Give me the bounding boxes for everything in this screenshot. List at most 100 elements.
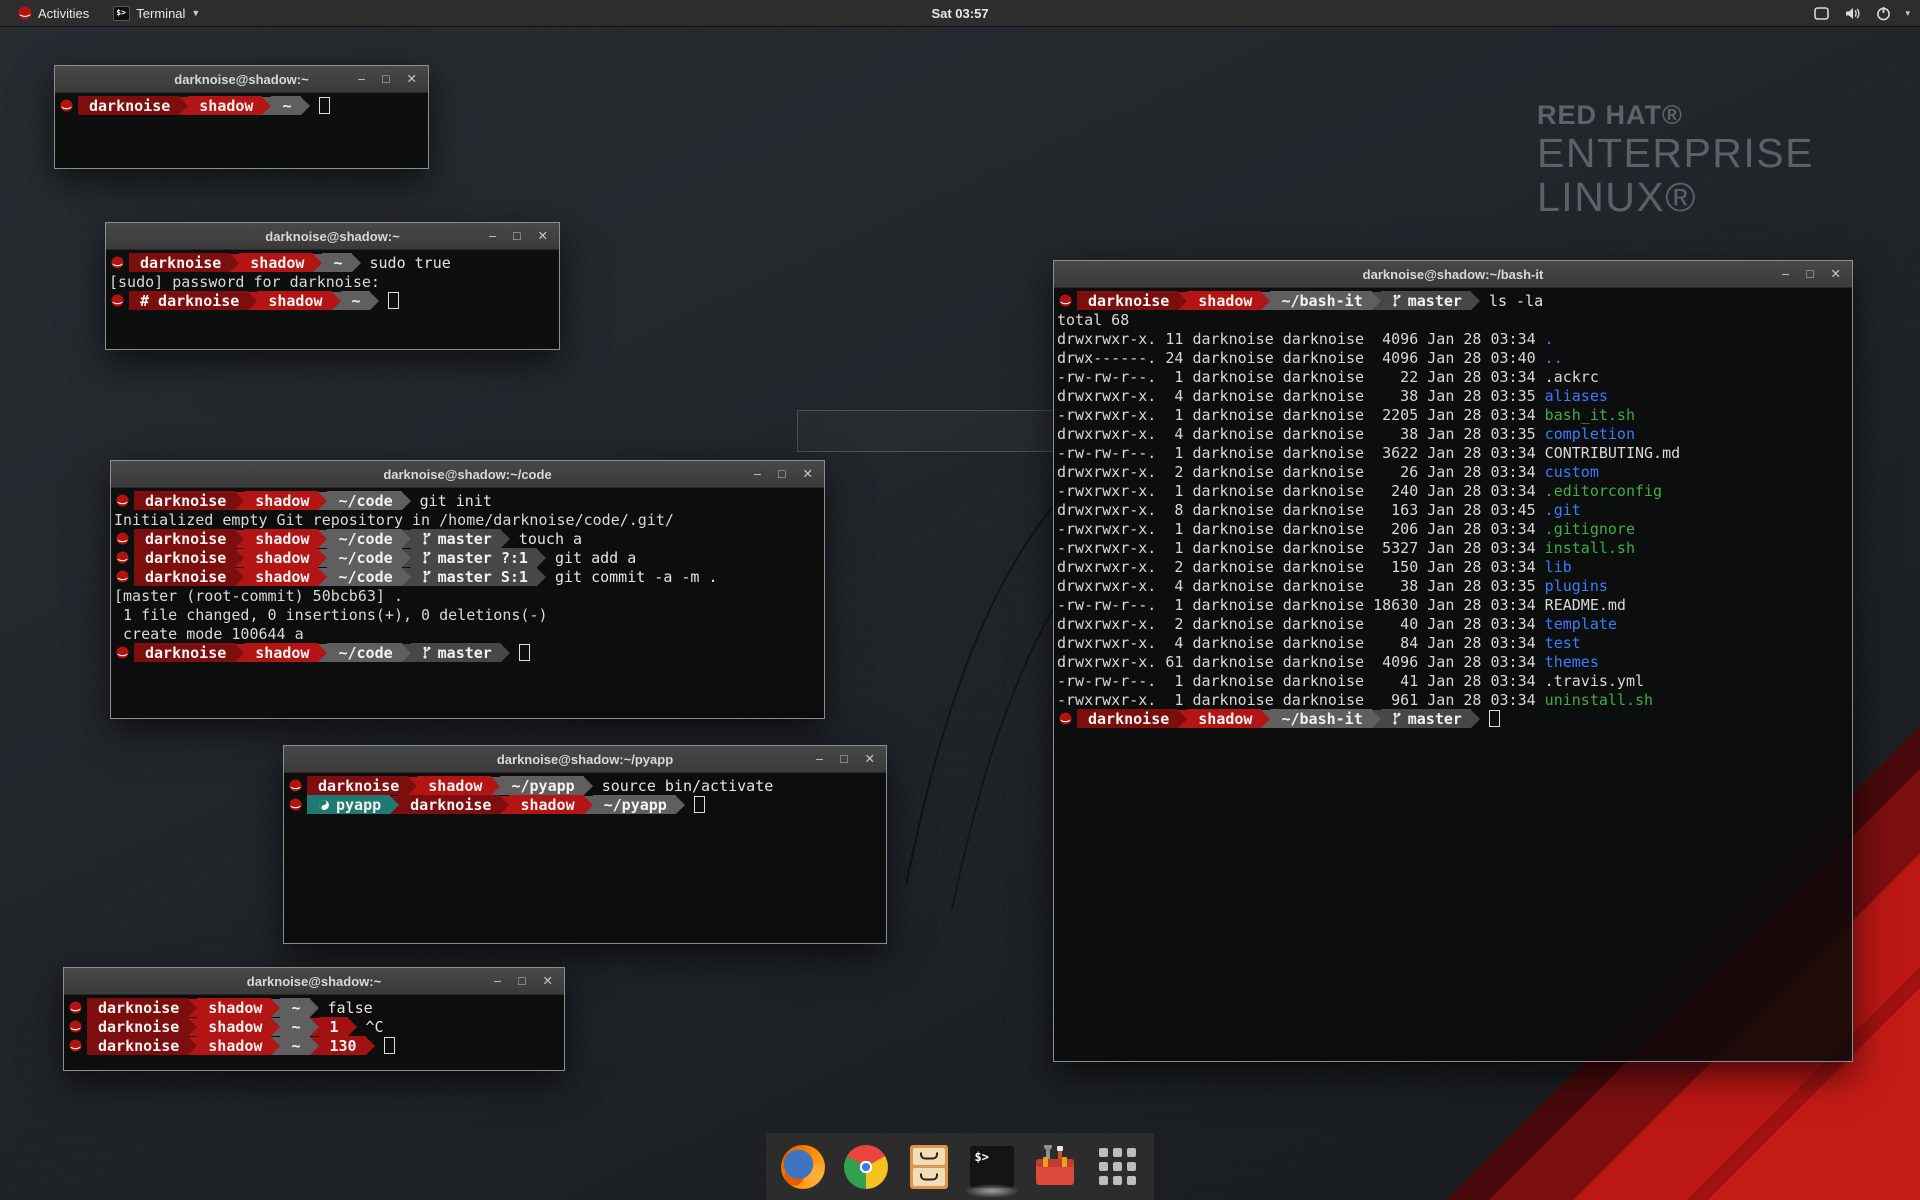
terminal-body[interactable]: darknoiseshadow~/codegit initInitialized… <box>111 488 824 721</box>
terminal-cursor <box>1489 710 1500 727</box>
dock-item-chrome[interactable] <box>843 1144 889 1190</box>
minimize-button[interactable]: – <box>1782 268 1789 281</box>
terminal-line: -rw-rw-r--. 1 darknoise darknoise 22 Jan… <box>1057 367 1852 386</box>
maximize-button[interactable]: □ <box>778 468 786 481</box>
powerline-separator <box>390 796 399 814</box>
ls-row-meta: -rw-rw-r--. 1 darknoise darknoise 41 Jan… <box>1057 672 1545 690</box>
activities-button[interactable]: Activities <box>8 0 99 26</box>
prompt-segment-host: shadow <box>197 998 271 1017</box>
minimize-button[interactable]: – <box>489 230 496 243</box>
close-button[interactable]: ✕ <box>1831 268 1841 281</box>
ls-row-filename: CONTRIBUTING.md <box>1545 444 1680 462</box>
redhat-prompt-icon <box>1059 712 1072 725</box>
dock-item-terminal[interactable]: $> <box>969 1144 1015 1190</box>
terminal-body[interactable]: darknoiseshadow~falsedarknoiseshadow~1^C… <box>64 995 564 1073</box>
ls-row-filename: aliases <box>1545 387 1608 405</box>
maximize-button[interactable]: □ <box>840 753 848 766</box>
prompt-segment-path: ~/pyapp <box>593 795 676 814</box>
minimize-button[interactable]: – <box>816 753 823 766</box>
prompt-segment-user: darknoise <box>1077 291 1178 310</box>
terminal-app-icon: $> <box>113 6 130 21</box>
window-titlebar[interactable]: darknoise@shadow:~/code – □ ✕ <box>111 461 824 488</box>
maximize-button[interactable]: □ <box>1806 268 1814 281</box>
minimize-button[interactable]: – <box>358 73 365 86</box>
window-titlebar[interactable]: darknoise@shadow:~ – □ ✕ <box>106 223 559 250</box>
minimize-button[interactable]: – <box>754 468 761 481</box>
window-title: darknoise@shadow:~/code <box>383 467 551 482</box>
terminal-line: drwx------. 24 darknoise darknoise 4096 … <box>1057 348 1852 367</box>
prompt-segment-host: shadow <box>244 643 318 662</box>
terminal-body[interactable]: darknoiseshadow~sudo true[sudo] password… <box>106 250 559 352</box>
system-tray[interactable]: ▾ <box>1813 0 1910 26</box>
powerline-separator <box>313 254 322 272</box>
top-bar: Activities $> Terminal ▼ Sat 03:57 ▾ <box>0 0 1920 26</box>
minimize-button[interactable]: – <box>494 975 501 988</box>
close-button[interactable]: ✕ <box>803 468 813 481</box>
powerline-separator <box>1178 292 1187 310</box>
clock[interactable]: Sat 03:57 <box>931 6 988 21</box>
prompt-segment-git: master S:1 <box>411 567 537 586</box>
close-button[interactable]: ✕ <box>865 753 875 766</box>
ls-row-meta: -rwxrwxr-x. 1 darknoise darknoise 206 Ja… <box>1057 520 1545 538</box>
powerline-separator <box>271 999 280 1017</box>
terminal-body[interactable]: darknoiseshadow~/pyappsource bin/activat… <box>284 773 886 946</box>
powerline-separator <box>402 644 411 662</box>
prompt-segment-path: ~/code <box>327 548 401 567</box>
desktop: RED HAT® ENTERPRISE LINUX® Activities $>… <box>0 0 1920 1200</box>
dock-item-files[interactable] <box>906 1144 952 1190</box>
powerline-separator <box>500 796 509 814</box>
app-menu-terminal[interactable]: $> Terminal ▼ <box>103 0 210 26</box>
terminal-cursor <box>694 796 705 813</box>
terminal-line: 1 file changed, 0 insertions(+), 0 delet… <box>114 605 824 624</box>
window-titlebar[interactable]: darknoise@shadow:~/bash-it – □ ✕ <box>1054 261 1852 288</box>
powerline-separator <box>332 292 341 310</box>
prompt-segment-git: master <box>1381 709 1471 728</box>
terminal-line: darknoiseshadow~/pyappsource bin/activat… <box>287 776 886 795</box>
ls-row-meta: drwxrwxr-x. 61 darknoise darknoise 4096 … <box>1057 653 1545 671</box>
window-titlebar[interactable]: darknoise@shadow:~/pyapp – □ ✕ <box>284 746 886 773</box>
brand-line-3: LINUX® <box>1537 175 1814 219</box>
powerline-separator <box>1261 292 1270 310</box>
redhat-prompt-icon <box>69 1001 82 1014</box>
terminal-line: -rwxrwxr-x. 1 darknoise darknoise 5327 J… <box>1057 538 1852 557</box>
close-button[interactable]: ✕ <box>407 73 417 86</box>
terminal-line: -rwxrwxr-x. 1 darknoise darknoise 961 Ja… <box>1057 690 1852 709</box>
dock-item-app-grid[interactable] <box>1095 1144 1141 1190</box>
dock-item-toolbox[interactable] <box>1032 1144 1078 1190</box>
window-titlebar[interactable]: darknoise@shadow:~ – □ ✕ <box>55 66 428 93</box>
command-text: ^C <box>366 1018 384 1036</box>
redhat-icon <box>18 6 32 20</box>
maximize-button[interactable]: □ <box>382 73 390 86</box>
ls-row-meta: -rwxrwxr-x. 1 darknoise darknoise 2205 J… <box>1057 406 1545 424</box>
prompt-segment-path: ~/code <box>327 567 401 586</box>
ls-row-meta: drwxrwxr-x. 2 darknoise darknoise 26 Jan… <box>1057 463 1545 481</box>
prompt-segment-user: # darknoise <box>129 291 248 310</box>
window-titlebar[interactable]: darknoise@shadow:~ – □ ✕ <box>64 968 564 995</box>
terminal-line: pyappdarknoiseshadow~/pyapp <box>287 795 886 814</box>
terminal-body[interactable]: darknoiseshadow~/bash-itmasterls -latota… <box>1054 288 1852 1064</box>
prompt-segment-path: ~/code <box>327 643 401 662</box>
terminal-line: darknoiseshadow~/codemastertouch a <box>114 529 824 548</box>
ls-row-meta: -rw-rw-r--. 1 darknoise darknoise 22 Jan… <box>1057 368 1545 386</box>
prompt-segment-git: master <box>411 529 501 548</box>
close-button[interactable]: ✕ <box>543 975 553 988</box>
powerline-separator <box>501 530 510 548</box>
maximize-button[interactable]: □ <box>513 230 521 243</box>
prompt-segment-path: ~ <box>280 1017 309 1036</box>
terminal-line: total 68 <box>1057 310 1852 329</box>
maximize-button[interactable]: □ <box>518 975 526 988</box>
powerline-separator <box>402 568 411 586</box>
powerline-separator <box>248 292 257 310</box>
terminal-cursor <box>319 97 330 114</box>
terminal-line: [master (root-commit) 50bcb63] . <box>114 586 824 605</box>
terminal-body[interactable]: darknoiseshadow~ <box>55 93 428 171</box>
prompt-segment-path: ~ <box>341 291 370 310</box>
powerline-separator <box>318 530 327 548</box>
powerline-separator <box>537 549 546 567</box>
chevron-down-icon: ▾ <box>1905 8 1910 19</box>
ls-row-filename: .travis.yml <box>1545 672 1644 690</box>
close-button[interactable]: ✕ <box>538 230 548 243</box>
dock-item-firefox[interactable] <box>780 1144 826 1190</box>
ls-row-meta: drwxrwxr-x. 4 darknoise darknoise 38 Jan… <box>1057 387 1545 405</box>
redhat-prompt-icon <box>60 99 73 112</box>
